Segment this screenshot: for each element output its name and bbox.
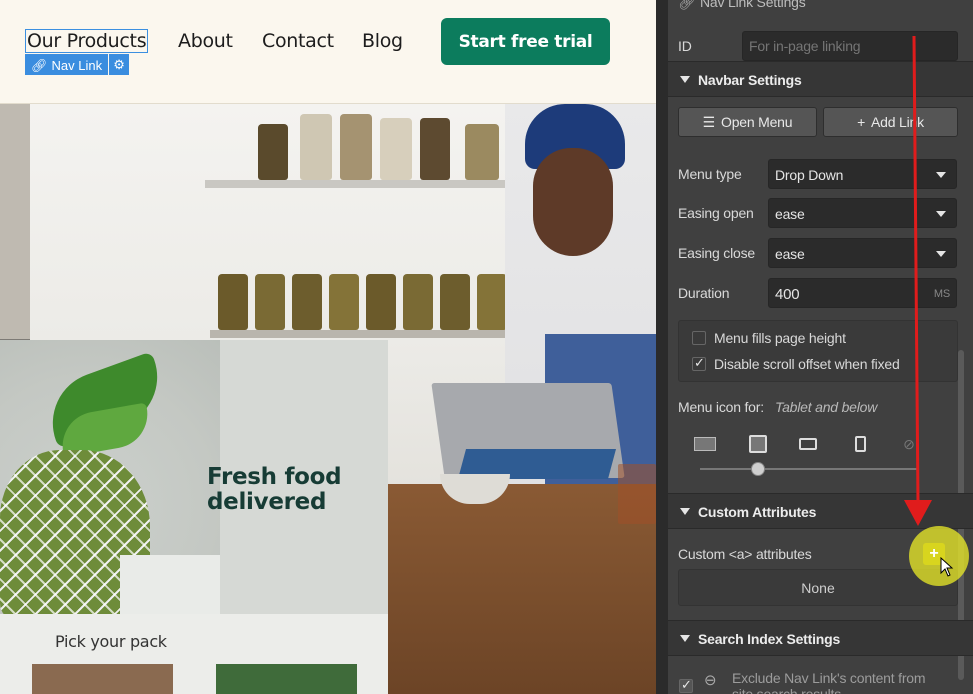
exclude-search-label-line1: Exclude Nav Link's content from xyxy=(732,670,926,686)
designer-canvas[interactable]: Our Products About Contact Blog Start fr… xyxy=(0,0,656,694)
exclude-icon: ⊖ xyxy=(704,672,717,689)
section-title: Navbar Settings xyxy=(698,72,802,88)
menu-icon-for-value: Tablet and below xyxy=(775,399,878,415)
link-icon: 🔗︎ xyxy=(31,57,48,73)
mobile-icon[interactable] xyxy=(849,435,871,453)
jar xyxy=(258,124,288,180)
exclude-search-checkbox[interactable] xyxy=(679,677,693,693)
collapse-triangle-icon xyxy=(680,76,690,83)
collapse-triangle-icon xyxy=(680,635,690,642)
gear-icon[interactable]: ⚙ xyxy=(109,54,130,75)
jar xyxy=(329,274,359,330)
nav-link-our-products[interactable]: Our Products xyxy=(25,29,149,53)
start-free-trial-button[interactable]: Start free trial xyxy=(441,18,610,65)
jar xyxy=(218,274,248,330)
custom-attributes-label: Custom <a> attributes xyxy=(678,546,812,562)
section-header-custom-attributes[interactable]: Custom Attributes xyxy=(668,493,973,529)
collapse-triangle-icon xyxy=(680,508,690,515)
chevron-down-icon xyxy=(936,172,946,178)
card-heading-line: delivered xyxy=(207,489,327,515)
selection-badge-label-wrap: 🔗︎ Nav Link xyxy=(25,54,109,75)
jar xyxy=(465,124,499,180)
tablet-icon[interactable] xyxy=(797,435,819,453)
menu-type-select[interactable]: Drop Down xyxy=(768,159,957,189)
shelf-top xyxy=(205,180,535,188)
duration-field[interactable]: 400 MS xyxy=(768,278,957,308)
breakpoint-slider-track[interactable] xyxy=(700,468,918,470)
section-title: Custom Attributes xyxy=(698,504,817,520)
mouse-cursor-icon xyxy=(940,557,954,577)
jar xyxy=(300,114,332,180)
duration-value: 400 xyxy=(775,286,800,303)
easing-close-label: Easing close xyxy=(678,245,755,261)
jar xyxy=(403,274,433,330)
jar xyxy=(292,274,322,330)
jar xyxy=(366,274,396,330)
easing-open-value: ease xyxy=(775,206,805,222)
site-navbar: Our Products About Contact Blog Start fr… xyxy=(0,0,656,104)
card-heading: Fresh food delivered xyxy=(207,464,342,515)
section-title: Search Index Settings xyxy=(698,631,841,647)
open-menu-button[interactable]: ☰ Open Menu xyxy=(678,107,817,137)
disable-scroll-checkbox[interactable] xyxy=(692,355,706,371)
add-link-label: Add Link xyxy=(871,114,924,130)
card-heading-line: Fresh food xyxy=(207,464,342,490)
eye-off-icon[interactable]: ⊘ xyxy=(898,435,920,453)
pack-thumbnail[interactable] xyxy=(216,664,357,694)
feature-card[interactable]: Fresh food delivered xyxy=(0,340,388,620)
custom-attributes-empty-text: None xyxy=(801,580,835,596)
jar xyxy=(255,274,285,330)
panel-edge xyxy=(656,0,668,694)
easing-close-value: ease xyxy=(775,246,805,262)
easing-open-label: Easing open xyxy=(678,205,754,221)
selection-badge-label: Nav Link xyxy=(51,58,103,73)
add-link-button[interactable]: + Add Link xyxy=(823,107,958,137)
box xyxy=(120,555,220,615)
hamburger-icon: ☰ xyxy=(702,113,716,130)
open-menu-label: Open Menu xyxy=(721,114,793,130)
top-section-title: Nav Link Settings xyxy=(700,0,806,10)
id-field[interactable] xyxy=(742,31,958,61)
pack-title: Pick your pack xyxy=(55,632,167,651)
duration-unit: MS xyxy=(933,288,950,300)
menu-icon-for-label: Menu icon for: xyxy=(678,399,764,415)
id-label: ID xyxy=(678,38,692,54)
jar xyxy=(420,118,450,180)
selection-badge[interactable]: 🔗︎ Nav Link ⚙ xyxy=(25,54,130,75)
nav-link-about[interactable]: About xyxy=(178,30,233,52)
plus-icon: + xyxy=(857,114,866,130)
duration-label: Duration xyxy=(678,285,730,301)
link-icon: 🔗︎ xyxy=(678,0,696,10)
menu-fills-label: Menu fills page height xyxy=(714,330,846,346)
jar xyxy=(440,274,470,330)
chevron-down-icon xyxy=(936,251,946,257)
kitchen-counter xyxy=(388,484,656,694)
menu-fills-checkbox[interactable] xyxy=(692,331,706,345)
menu-type-value: Drop Down xyxy=(775,167,844,183)
section-header-navbar-settings[interactable]: Navbar Settings xyxy=(668,61,973,97)
nav-link-contact[interactable]: Contact xyxy=(262,30,334,52)
easing-close-select[interactable]: ease xyxy=(768,238,957,268)
easing-open-select[interactable]: ease xyxy=(768,198,957,228)
pack-thumbnail[interactable] xyxy=(32,664,173,694)
jar xyxy=(477,274,507,330)
person-face xyxy=(533,148,613,256)
exclude-search-label-line2: site search results xyxy=(732,686,842,694)
menu-type-label: Menu type xyxy=(678,166,742,182)
desktop-icon[interactable] xyxy=(694,435,716,453)
breakpoint-slider-thumb[interactable] xyxy=(751,462,765,476)
chevron-down-icon xyxy=(936,211,946,217)
section-header-search-index[interactable]: Search Index Settings xyxy=(668,620,973,656)
pack-section: Pick your pack xyxy=(0,614,388,694)
tablet-landscape-icon[interactable] xyxy=(747,435,769,453)
jar xyxy=(380,118,412,180)
shelf-bottom xyxy=(210,330,540,338)
hero-wall xyxy=(0,104,30,339)
disable-scroll-label: Disable scroll offset when fixed xyxy=(714,356,900,372)
jar xyxy=(340,114,372,180)
nav-link-blog[interactable]: Blog xyxy=(362,30,403,52)
glass xyxy=(618,464,656,524)
